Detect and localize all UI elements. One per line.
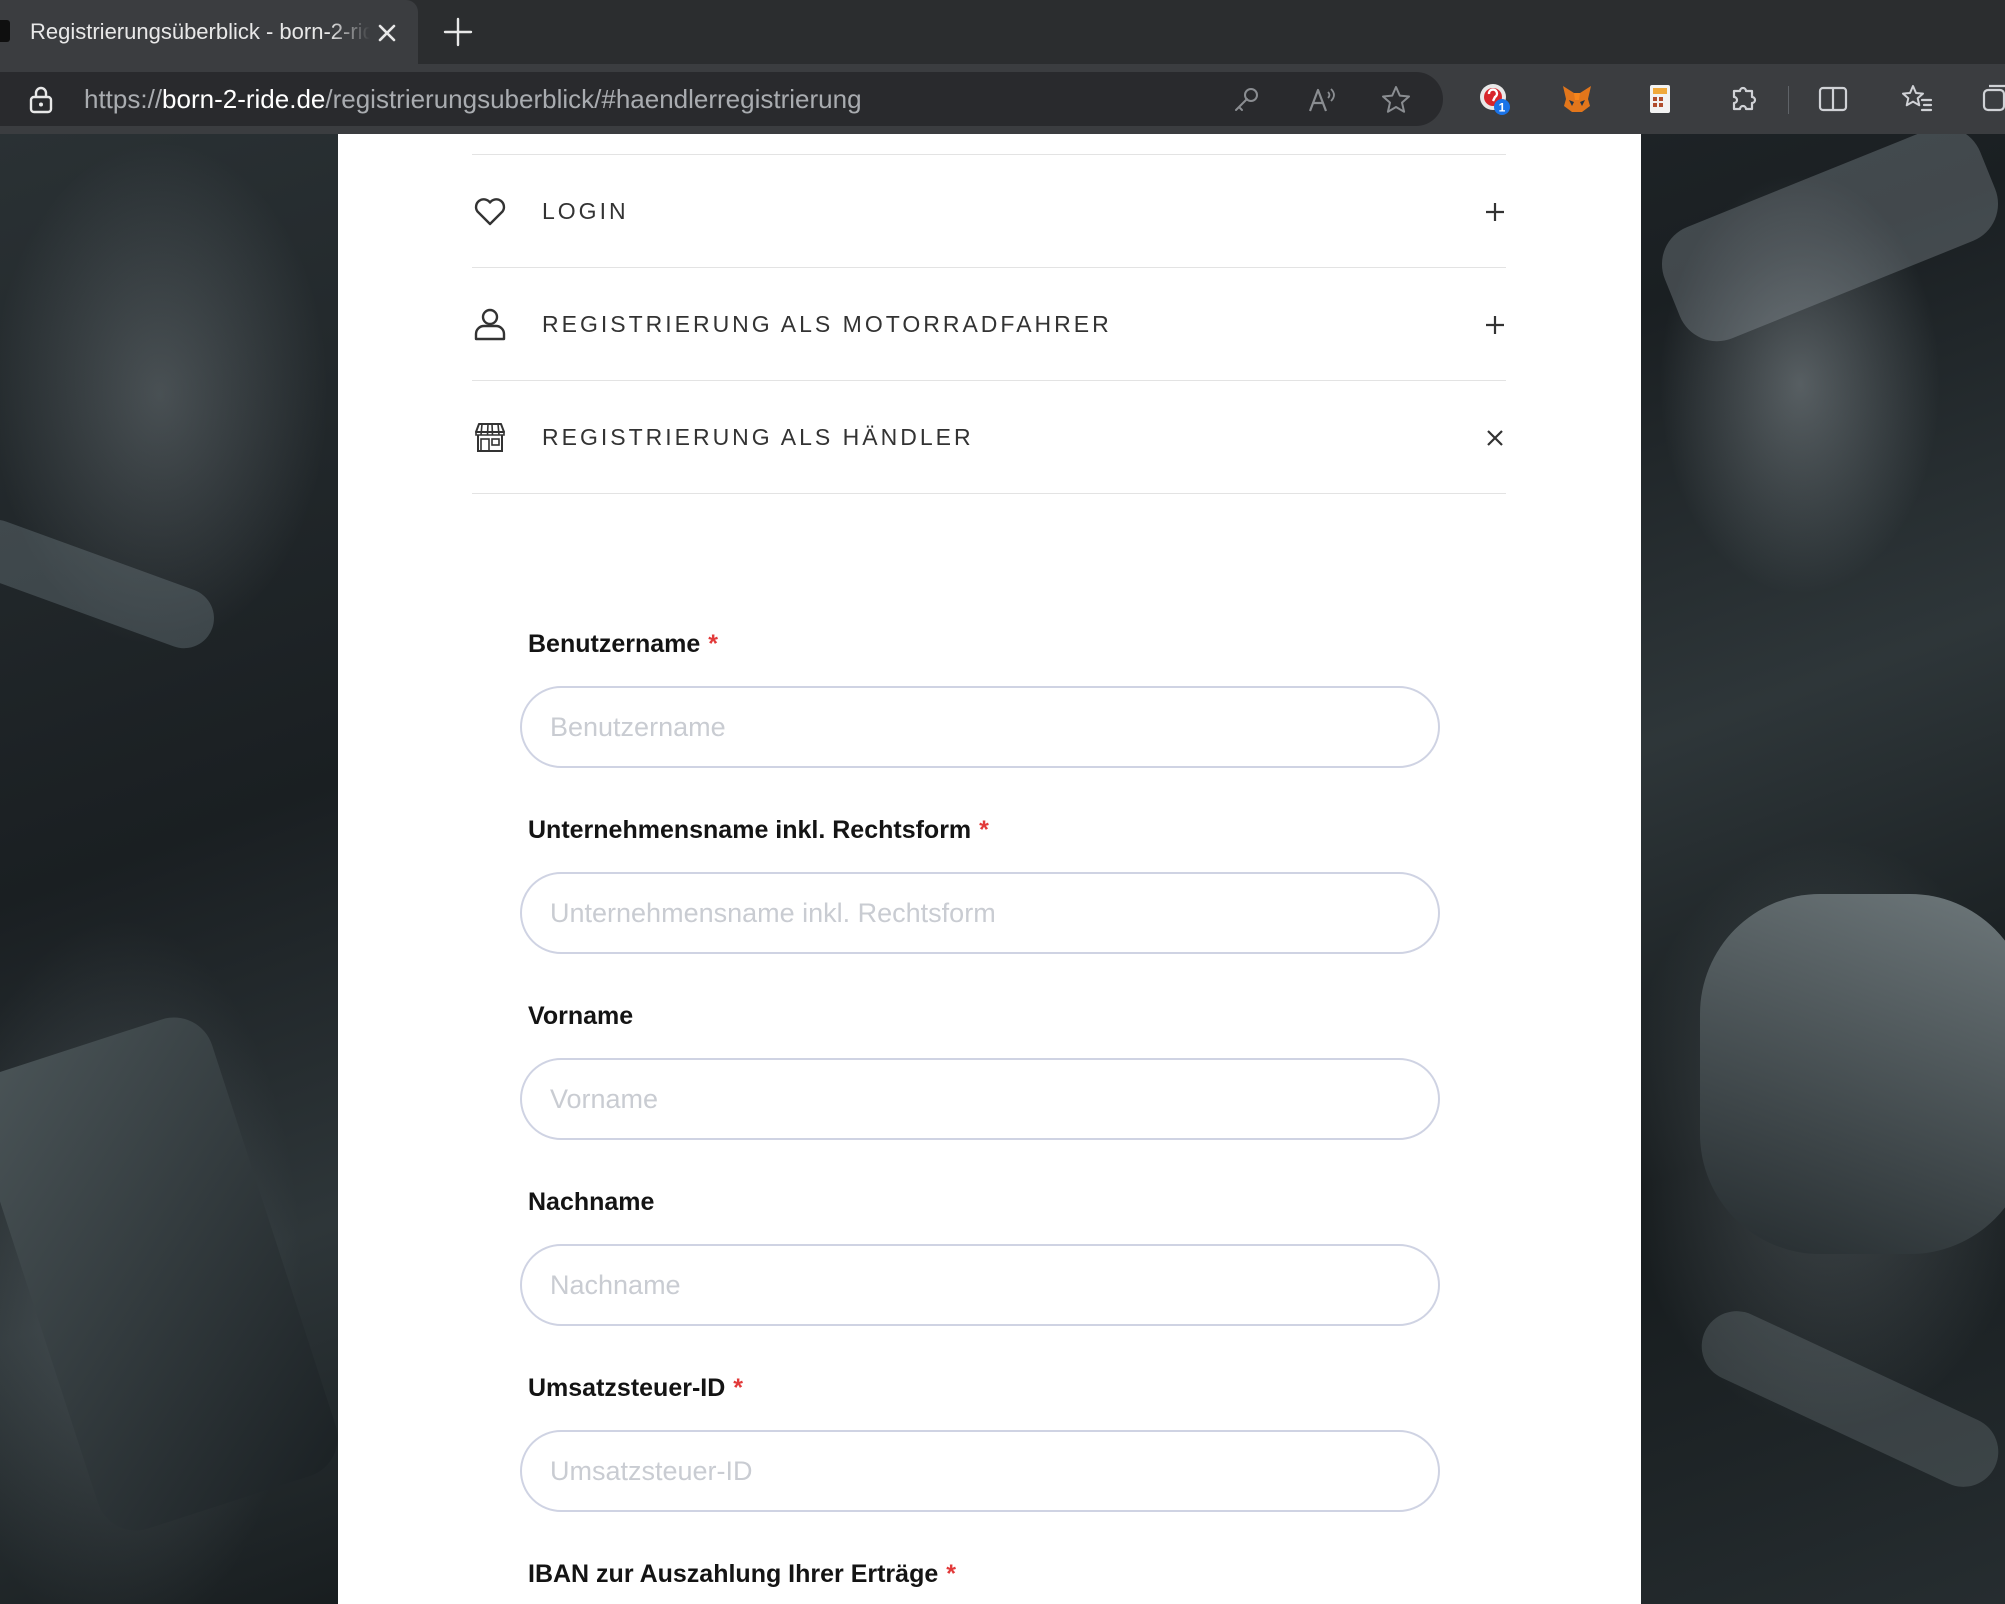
url-path: /registrierungsuberblick/#haendlerregist… [325, 84, 862, 114]
label-nachname: Nachname [528, 1188, 654, 1217]
new-tab-icon[interactable] [440, 14, 476, 50]
toolbar-divider [1788, 86, 1789, 114]
label-benutzername: Benutzername * [528, 630, 718, 659]
browser-tab-bar: Registrierungsüberblick - born-2-ride [0, 0, 2005, 64]
read-aloud-icon[interactable] [1306, 84, 1338, 116]
label-text: IBAN zur Auszahlung Ihrer Erträge [528, 1560, 939, 1588]
umsatzsteuer-id-input[interactable] [520, 1430, 1440, 1512]
vorname-input[interactable] [520, 1058, 1440, 1140]
puzzle-icon[interactable] [1726, 82, 1760, 116]
url-scheme: https:// [84, 84, 163, 114]
extension-badge-count: 1 [1499, 101, 1506, 115]
favorites-icon[interactable] [1900, 82, 1934, 116]
required-asterisk: * [708, 630, 718, 658]
page-viewport[interactable]: Login Registrierung als Motorradfahrer [0, 134, 2005, 1604]
user-icon [474, 308, 506, 341]
label-iban: IBAN zur Auszahlung Ihrer Erträge * [528, 1560, 956, 1589]
close-icon[interactable] [1484, 427, 1506, 449]
lock-icon[interactable] [28, 86, 54, 114]
background-image-detail [1649, 134, 2005, 354]
plus-icon[interactable] [1484, 314, 1506, 336]
accordion-label: Registrierung als Motorradfahrer [542, 311, 1112, 337]
url-host: born-2-ride.de [162, 84, 326, 114]
label-umsatzsteuer-id: Umsatzsteuer-ID * [528, 1374, 743, 1403]
required-asterisk: * [733, 1374, 744, 1402]
accordion-label: Registrierung als Händler [542, 424, 974, 450]
url-omnibox[interactable]: https://born-2-ride.de/registrierungsube… [0, 72, 1443, 126]
accordion-item-haendler[interactable]: Registrierung als Händler [472, 381, 1506, 494]
background-image-detail [1700, 894, 2005, 1254]
split-screen-icon[interactable] [1816, 82, 1850, 116]
accordion-label: Login [542, 198, 629, 224]
label-text: Vorname [528, 1002, 634, 1030]
url-text[interactable]: https://born-2-ride.de/registrierungsube… [84, 72, 862, 126]
content-panel: Login Registrierung als Motorradfahrer [338, 134, 1641, 1604]
metamask-fox-icon[interactable] [1560, 82, 1594, 116]
address-bar: https://born-2-ride.de/registrierungsube… [0, 64, 2005, 134]
heart-icon [474, 198, 506, 226]
nachname-input[interactable] [520, 1244, 1440, 1326]
plus-icon[interactable] [1484, 201, 1506, 223]
extension-red-icon[interactable]: 1 [1478, 82, 1512, 116]
key-icon[interactable] [1230, 84, 1262, 116]
calculator-icon[interactable] [1643, 82, 1677, 116]
browser-tab-active[interactable]: Registrierungsüberblick - born-2-ride [0, 0, 418, 64]
benutzername-input[interactable] [520, 686, 1440, 768]
label-text: Unternehmensname inkl. Rechtsform [528, 816, 972, 844]
favorite-star-icon[interactable] [1380, 84, 1412, 116]
required-asterisk: * [979, 816, 989, 844]
label-unternehmensname: Unternehmensname inkl. Rechtsform * [528, 816, 989, 845]
tab-close-icon[interactable] [372, 18, 402, 48]
background-image [0, 1007, 349, 1541]
label-text: Benutzername [528, 630, 701, 658]
label-vorname: Vorname [528, 1002, 633, 1031]
background-image-detail [1690, 1299, 2005, 1499]
background-image-detail [0, 511, 223, 657]
site-favicon-icon [0, 20, 10, 42]
unternehmensname-input[interactable] [520, 872, 1440, 954]
store-icon [475, 423, 505, 452]
required-asterisk: * [946, 1560, 956, 1588]
accordion-item-motorradfahrer[interactable]: Registrierung als Motorradfahrer [472, 268, 1506, 381]
collections-icon[interactable] [1980, 82, 2005, 116]
label-text: Nachname [528, 1188, 655, 1216]
label-text: Umsatzsteuer-ID [528, 1374, 726, 1402]
accordion-item-login[interactable]: Login [472, 155, 1506, 268]
tab-title: Registrierungsüberblick - born-2-ride [30, 19, 370, 44]
